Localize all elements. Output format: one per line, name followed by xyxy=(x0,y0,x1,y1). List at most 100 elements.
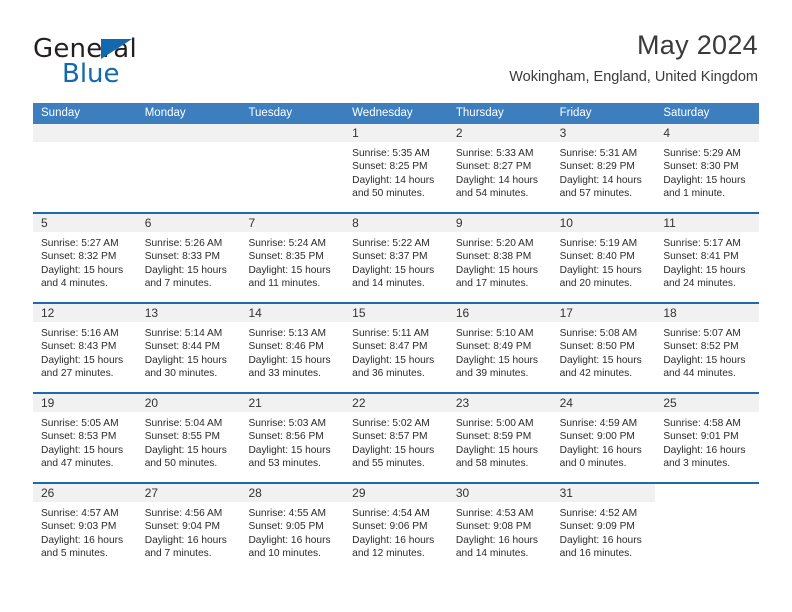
day-daylight1-text: Daylight: 15 hours xyxy=(455,264,538,276)
day-daylight1-text: Daylight: 15 hours xyxy=(663,264,746,276)
day-cell[interactable]: 14 Sunrise: 5:13 AM Sunset: 8:46 PM Dayligh… xyxy=(240,304,345,392)
day-cell[interactable]: 27 Sunrise: 4:56 AM Sunset: 9:04 PM Dayligh… xyxy=(136,484,241,572)
calendar-grid: Sunday Monday Tuesday Wednesday Thursday Frid… xyxy=(33,103,760,572)
day-cell[interactable]: 15 Sunrise: 5:11 AM Sunset: 8:47 PM Dayligh… xyxy=(344,304,448,392)
day-cell[interactable]: 24 Sunrise: 4:59 AM Sunset: 9:00 PM Dayligh… xyxy=(551,394,656,482)
day-details: Sunrise: 5:27 AM Sunset: 8:32 PM Daylight:… xyxy=(33,232,137,291)
day-sunrise-text: Sunrise: 4:55 AM xyxy=(248,508,327,519)
day-cell[interactable]: 9 Sunrise: 5:20 AM Sunset: 8:38 PM Daylight… xyxy=(447,214,552,302)
day-sunrise-text: Sunrise: 5:24 AM xyxy=(248,238,327,249)
day-cell[interactable]: 13 Sunrise: 5:14 AM Sunset: 8:44 PM Dayligh… xyxy=(136,304,241,392)
day-cell-empty xyxy=(655,484,760,572)
day-number: 29 xyxy=(352,486,366,500)
calendar-week-inner: 12 Sunrise: 5:16 AM Sunset: 8:43 PM Dayligh… xyxy=(33,304,760,392)
day-cell[interactable]: 16 Sunrise: 5:10 AM Sunset: 8:49 PM Dayligh… xyxy=(447,304,552,392)
day-number-band: 27 xyxy=(136,484,241,502)
day-daylight2-text: and 12 minutes. xyxy=(352,548,425,560)
day-cell[interactable]: 28 Sunrise: 4:55 AM Sunset: 9:05 PM Dayligh… xyxy=(240,484,345,572)
day-sunset-text: Sunset: 8:52 PM xyxy=(663,341,739,353)
day-details: Sunrise: 5:08 AM Sunset: 8:50 PM Daylight:… xyxy=(552,322,656,381)
day-details: Sunrise: 5:07 AM Sunset: 8:52 PM Daylight:… xyxy=(655,322,759,381)
day-number-band: 23 xyxy=(447,394,552,412)
day-cell[interactable]: 30 Sunrise: 4:53 AM Sunset: 9:08 PM Dayligh… xyxy=(447,484,552,572)
day-number: 26 xyxy=(41,486,55,500)
day-number: 17 xyxy=(559,306,573,320)
day-daylight1-text: Daylight: 14 hours xyxy=(559,174,642,186)
day-cell[interactable]: 31 Sunrise: 4:52 AM Sunset: 9:09 PM Dayligh… xyxy=(551,484,656,572)
day-number: 19 xyxy=(41,396,55,410)
day-details: Sunrise: 4:59 AM Sunset: 9:00 PM Daylight:… xyxy=(552,412,656,471)
weekday-header-saturday: Saturday xyxy=(663,107,710,119)
day-details: Sunrise: 5:05 AM Sunset: 8:53 PM Daylight:… xyxy=(33,412,137,471)
day-daylight2-text: and 53 minutes. xyxy=(248,458,321,470)
day-sunrise-text: Sunrise: 5:29 AM xyxy=(663,148,741,159)
day-sunrise-text: Sunrise: 4:58 AM xyxy=(663,418,741,429)
day-cell[interactable]: 20 Sunrise: 5:04 AM Sunset: 8:55 PM Dayligh… xyxy=(136,394,241,482)
day-sunset-text: Sunset: 8:57 PM xyxy=(352,431,428,443)
day-sunrise-text: Sunrise: 4:54 AM xyxy=(352,508,430,519)
day-sunset-text: Sunset: 8:44 PM xyxy=(144,341,221,353)
day-daylight2-text: and 50 minutes. xyxy=(352,188,425,200)
day-cell[interactable]: 21 Sunrise: 5:03 AM Sunset: 8:56 PM Dayligh… xyxy=(240,394,345,482)
day-sunset-text: Sunset: 8:43 PM xyxy=(41,341,117,353)
day-number-band: 24 xyxy=(551,394,656,412)
day-number: 1 xyxy=(352,126,359,140)
day-daylight1-text: Daylight: 15 hours xyxy=(352,264,435,276)
title-block: May 2024 Wokingham, England, United King… xyxy=(509,28,758,88)
day-daylight2-text: and 55 minutes. xyxy=(352,458,425,470)
day-cell[interactable]: 17 Sunrise: 5:08 AM Sunset: 8:50 PM Dayligh… xyxy=(551,304,656,392)
day-daylight1-text: Daylight: 16 hours xyxy=(248,534,331,546)
day-cell[interactable]: 29 Sunrise: 4:54 AM Sunset: 9:06 PM Dayligh… xyxy=(344,484,448,572)
day-sunset-text: Sunset: 8:29 PM xyxy=(559,161,635,173)
day-daylight1-text: Daylight: 14 hours xyxy=(455,174,538,186)
day-details: Sunrise: 5:10 AM Sunset: 8:49 PM Daylight:… xyxy=(448,322,552,381)
day-daylight2-text: and 7 minutes. xyxy=(144,548,212,560)
day-sunset-text: Sunset: 8:32 PM xyxy=(41,251,117,263)
day-cell[interactable]: 7 Sunrise: 5:24 AM Sunset: 8:35 PM Daylight… xyxy=(240,214,345,302)
day-number-band: 8 xyxy=(344,214,448,232)
day-daylight2-text: and 30 minutes. xyxy=(144,368,218,380)
day-number-band xyxy=(240,124,345,142)
day-cell[interactable]: 3 Sunrise: 5:31 AM Sunset: 8:29 PM Daylight… xyxy=(551,124,656,212)
day-cell[interactable]: 11 Sunrise: 5:17 AM Sunset: 8:41 PM Dayligh… xyxy=(655,214,760,302)
day-cell[interactable]: 25 Sunrise: 4:58 AM Sunset: 9:01 PM Dayligh… xyxy=(655,394,760,482)
day-sunrise-text: Sunrise: 5:20 AM xyxy=(455,238,534,249)
day-number-band: 3 xyxy=(551,124,656,142)
day-number-band: 17 xyxy=(551,304,656,322)
day-sunrise-text: Sunrise: 5:27 AM xyxy=(41,238,119,249)
day-cell[interactable]: 26 Sunrise: 4:57 AM Sunset: 9:03 PM Dayligh… xyxy=(33,484,137,572)
day-number: 12 xyxy=(41,306,55,320)
day-cell[interactable]: 22 Sunrise: 5:02 AM Sunset: 8:57 PM Dayligh… xyxy=(344,394,448,482)
day-details: Sunrise: 5:04 AM Sunset: 8:55 PM Daylight:… xyxy=(137,412,241,471)
day-daylight1-text: Daylight: 15 hours xyxy=(352,444,435,456)
day-cell[interactable]: 8 Sunrise: 5:22 AM Sunset: 8:37 PM Daylight… xyxy=(344,214,448,302)
day-cell[interactable]: 1 Sunrise: 5:35 AM Sunset: 8:25 PM Daylight… xyxy=(344,124,448,212)
day-sunset-text: Sunset: 8:47 PM xyxy=(352,341,428,353)
day-daylight2-text: and 3 minutes. xyxy=(663,458,731,470)
day-number-band xyxy=(33,124,137,142)
day-cell[interactable]: 5 Sunrise: 5:27 AM Sunset: 8:32 PM Daylight… xyxy=(33,214,137,302)
day-details: Sunrise: 5:24 AM Sunset: 8:35 PM Daylight:… xyxy=(240,232,344,291)
calendar-week-row: 12 Sunrise: 5:16 AM Sunset: 8:43 PM Dayligh… xyxy=(33,302,760,392)
day-number: 10 xyxy=(559,216,573,230)
day-number-band: 4 xyxy=(655,124,760,142)
day-daylight1-text: Daylight: 15 hours xyxy=(455,354,538,366)
day-number: 6 xyxy=(144,216,152,230)
day-cell[interactable]: 23 Sunrise: 5:00 AM Sunset: 8:59 PM Dayligh… xyxy=(447,394,552,482)
day-cell[interactable]: 2 Sunrise: 5:33 AM Sunset: 8:27 PM Daylight… xyxy=(447,124,552,212)
day-cell[interactable]: 10 Sunrise: 5:19 AM Sunset: 8:40 PM Dayligh… xyxy=(551,214,656,302)
day-number: 20 xyxy=(144,396,159,410)
day-sunset-text: Sunset: 8:55 PM xyxy=(144,431,221,443)
day-daylight2-text: and 14 minutes. xyxy=(455,548,529,560)
day-cell[interactable]: 18 Sunrise: 5:07 AM Sunset: 8:52 PM Dayligh… xyxy=(655,304,760,392)
day-cell[interactable]: 6 Sunrise: 5:26 AM Sunset: 8:33 PM Daylight… xyxy=(136,214,241,302)
day-sunset-text: Sunset: 9:01 PM xyxy=(663,431,739,443)
day-cell[interactable]: 4 Sunrise: 5:29 AM Sunset: 8:30 PM Daylight… xyxy=(655,124,760,212)
day-details: Sunrise: 5:13 AM Sunset: 8:46 PM Daylight:… xyxy=(240,322,344,381)
day-cell[interactable]: 12 Sunrise: 5:16 AM Sunset: 8:43 PM Dayligh… xyxy=(33,304,137,392)
calendar-week-inner: 5 Sunrise: 5:27 AM Sunset: 8:32 PM Daylight… xyxy=(33,214,760,302)
day-daylight1-text: Daylight: 15 hours xyxy=(144,264,227,276)
day-sunset-text: Sunset: 9:03 PM xyxy=(41,521,117,533)
day-cell[interactable]: 19 Sunrise: 5:05 AM Sunset: 8:53 PM Dayligh… xyxy=(33,394,137,482)
day-daylight1-text: Daylight: 16 hours xyxy=(41,534,124,546)
